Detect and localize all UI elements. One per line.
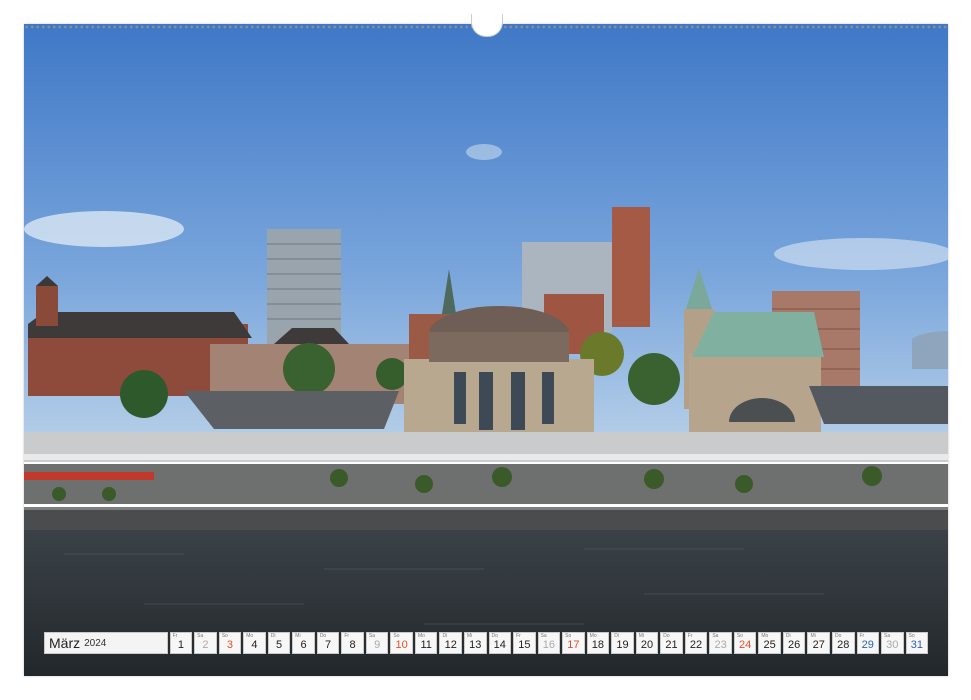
day-cell: Do 14 [488, 632, 512, 654]
day-number: 15 [518, 639, 531, 651]
day-number: 29 [861, 639, 874, 651]
day-cell: Mi 27 [807, 632, 830, 654]
day-cell: So 17 [562, 632, 585, 654]
day-cell: So 31 [905, 632, 929, 654]
day-number: 12 [444, 639, 457, 651]
day-number: 14 [493, 639, 506, 651]
day-number: 20 [640, 639, 654, 651]
day-cell: Do 21 [660, 632, 683, 654]
day-cell: Fr 15 [513, 632, 536, 654]
day-number: 10 [395, 639, 408, 651]
day-cell: Di 19 [611, 632, 634, 654]
day-cell: So 24 [733, 632, 757, 654]
calendar-photo [24, 24, 948, 676]
day-number: 26 [788, 639, 801, 651]
day-cell: Mo 4 [243, 632, 266, 654]
day-cell: Sa 2 [194, 632, 217, 654]
day-number: 2 [202, 639, 209, 651]
day-cell: Mi 6 [292, 632, 315, 654]
day-cell: Mi 13 [464, 632, 487, 654]
day-number: 1 [177, 639, 184, 651]
day-number: 3 [226, 639, 234, 651]
month-label-box: März 2024 [44, 632, 168, 654]
day-number: 28 [837, 639, 850, 651]
day-number: 24 [738, 639, 752, 651]
day-number: 16 [542, 639, 555, 651]
day-number: 4 [251, 639, 258, 651]
day-cell: So 3 [218, 632, 242, 654]
day-number: 27 [812, 639, 825, 651]
day-cell: Mo 11 [414, 632, 438, 654]
day-number: 17 [567, 639, 580, 651]
day-number: 11 [420, 639, 432, 651]
day-number: 9 [374, 639, 381, 651]
day-cell: Do 28 [831, 632, 855, 654]
day-number: 31 [910, 639, 923, 651]
day-cell: Sa 16 [537, 632, 561, 654]
month-name: März [49, 635, 81, 651]
day-number: 7 [325, 639, 332, 651]
day-cell: Mo 25 [758, 632, 781, 654]
day-cell: Di 5 [267, 632, 291, 654]
day-cell: Fr 29 [856, 632, 880, 654]
day-cell: Mo 18 [586, 632, 610, 654]
day-cell: Fr 8 [341, 632, 364, 654]
day-number: 6 [300, 639, 307, 651]
day-number: 5 [275, 639, 283, 651]
day-cell: So 10 [390, 632, 413, 654]
day-number: 23 [714, 639, 727, 651]
day-cell: Fr 22 [684, 632, 708, 654]
day-cell: Do 7 [316, 632, 340, 654]
day-cell: Mi 20 [635, 632, 659, 654]
day-number: 22 [689, 639, 703, 651]
day-cell: Sa 23 [709, 632, 732, 654]
day-cell: Di 12 [439, 632, 462, 654]
year-label: 2024 [84, 637, 107, 649]
day-cell: Fr 1 [169, 632, 193, 654]
harbor-skyline-image [24, 24, 948, 676]
day-cell: Sa 30 [881, 632, 904, 654]
day-number: 19 [616, 639, 629, 651]
day-number: 18 [591, 639, 605, 651]
day-cell: Sa 9 [365, 632, 389, 654]
day-number: 13 [469, 639, 482, 651]
day-number: 8 [349, 639, 356, 651]
day-cell: Di 26 [782, 632, 806, 654]
day-number: 25 [763, 639, 776, 651]
day-number: 21 [665, 639, 678, 651]
day-number: 30 [886, 639, 899, 651]
calendar-strip: März 2024 Fr 1 Sa 2 So 3 Mo 4 Di 5 Mi 6 Do 7 Fr 8 Sa 9 So 1… [44, 632, 929, 656]
